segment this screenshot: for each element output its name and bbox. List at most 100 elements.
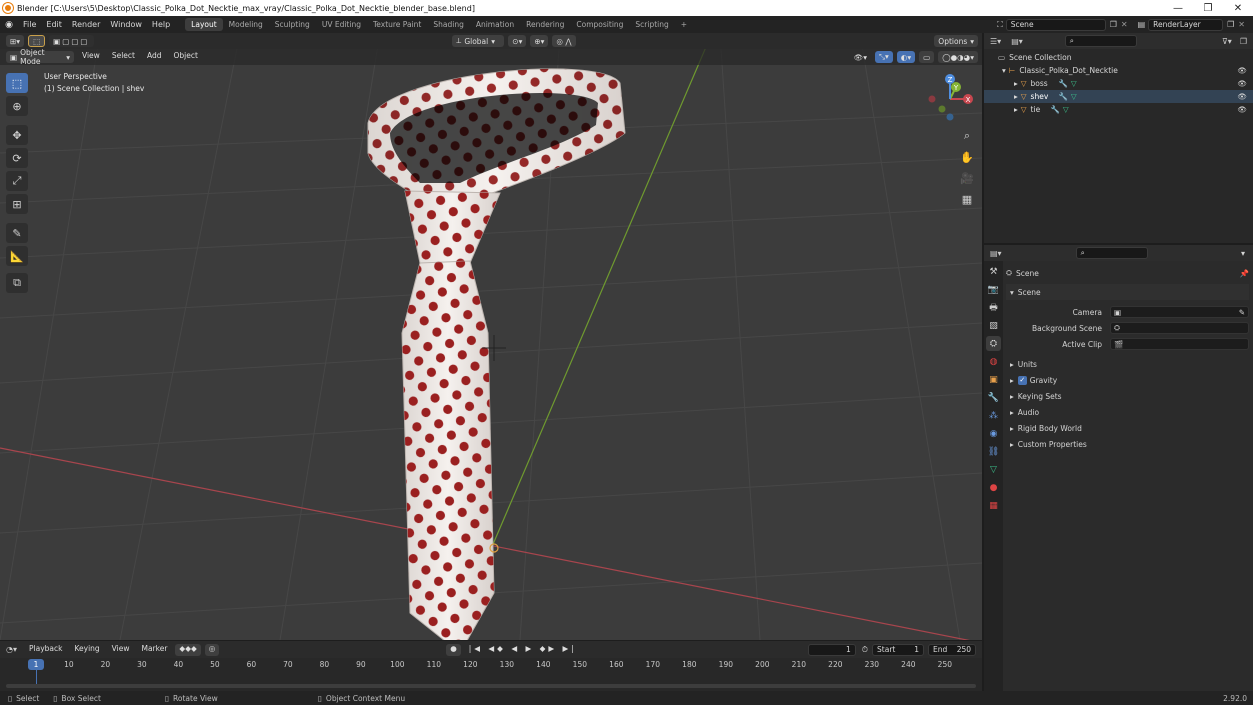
select-box-tool-icon[interactable]: ⬚: [6, 73, 28, 93]
3d-viewport[interactable]: ⊞▾ ⬚ ▣▢▢▢ ⟂ Global ▾ ⊙▾ ⊕▾ ◎ ⋀ Options ▾…: [0, 33, 982, 640]
menu-add[interactable]: Add: [143, 51, 166, 63]
outliner-row-object[interactable]: ▸ ▽ tie 🔧 ▽ 👁: [984, 103, 1253, 116]
outliner-row-object-selected[interactable]: ▸ ▽ shev 🔧 ▽ 👁: [984, 90, 1253, 103]
outliner-row-collection[interactable]: ▾ ⊢ Classic_Polka_Dot_Necktie 👁: [984, 64, 1253, 77]
timeline-menu-marker[interactable]: Marker: [137, 644, 171, 656]
pan-hand-icon[interactable]: ✋: [958, 148, 976, 166]
overlay-toggle-icon[interactable]: ◐▾: [896, 51, 916, 63]
timeline-menu-view[interactable]: View: [108, 644, 134, 656]
menu-render[interactable]: Render: [67, 20, 105, 29]
renderlayer-close-icon[interactable]: ✕: [1238, 20, 1245, 29]
scale-tool-icon[interactable]: ⤢: [6, 171, 28, 191]
select-mode-icons[interactable]: ▣▢▢▢: [49, 35, 94, 47]
filter-icon[interactable]: ⊽▾: [1222, 37, 1232, 46]
object-tab-icon[interactable]: ▣: [986, 372, 1001, 387]
menu-object[interactable]: Object: [169, 51, 201, 63]
start-frame-field[interactable]: Start 1: [872, 643, 925, 656]
add-cube-tool-icon[interactable]: ⧉: [6, 273, 28, 293]
tab-modeling[interactable]: Modeling: [223, 18, 269, 31]
outliner-editor-icon[interactable]: ☰▾: [990, 37, 1001, 46]
tab-rendering[interactable]: Rendering: [520, 18, 570, 31]
material-tab-icon[interactable]: ●: [986, 480, 1001, 495]
gravity-panel-header[interactable]: ▸ ✓ Gravity: [1006, 372, 1249, 388]
new-collection-icon[interactable]: ❐: [1240, 37, 1247, 46]
cursor-tool-icon[interactable]: ⊕: [6, 96, 28, 116]
record-button[interactable]: ●: [446, 643, 461, 656]
transform-tool-icon[interactable]: ⊞: [6, 194, 28, 214]
expand-arrow-icon[interactable]: ▾: [1002, 66, 1006, 75]
auto-key-icon[interactable]: ◎: [204, 643, 220, 656]
stopwatch-icon[interactable]: ⏱: [862, 645, 868, 655]
annotate-tool-icon[interactable]: ✎: [6, 223, 28, 243]
visibility-icon[interactable]: 👁▾: [850, 51, 871, 63]
scene-selector[interactable]: Scene: [1005, 18, 1106, 31]
output-tab-icon[interactable]: 🖶: [986, 300, 1001, 315]
snap-toggle[interactable]: ⊕▾: [530, 35, 549, 47]
scene-new-icon[interactable]: ❐: [1110, 20, 1117, 29]
tab-shading[interactable]: Shading: [427, 18, 469, 31]
minimize-button[interactable]: —: [1163, 3, 1193, 14]
select-tool-icon[interactable]: ⬚: [28, 35, 46, 47]
pivot-dropdown[interactable]: ⊙▾: [508, 35, 527, 47]
tab-scripting[interactable]: Scripting: [629, 18, 674, 31]
tab-layout[interactable]: Layout: [185, 18, 223, 31]
navigation-gizmo[interactable]: X Y Z: [922, 71, 978, 127]
necktie-model[interactable]: [367, 68, 626, 640]
eyedropper-icon[interactable]: ✎: [1239, 308, 1245, 317]
close-button[interactable]: ✕: [1223, 3, 1253, 14]
current-frame-field[interactable]: 1: [807, 643, 856, 656]
zoom-icon[interactable]: ⌕: [958, 127, 976, 145]
chevron-down-icon[interactable]: ▾: [1241, 249, 1245, 258]
eye-icon[interactable]: 👁: [1237, 79, 1247, 88]
background-scene-field[interactable]: ⛭: [1110, 322, 1249, 334]
outliner-search-input[interactable]: ⌕: [1064, 35, 1137, 47]
physics-tab-icon[interactable]: ◉: [986, 426, 1001, 441]
rigid-body-world-panel-header[interactable]: ▸ Rigid Body World: [1006, 420, 1249, 436]
texture-tab-icon[interactable]: ▦: [986, 498, 1001, 513]
gravity-checkbox[interactable]: ✓: [1017, 375, 1027, 385]
tab-animation[interactable]: Animation: [470, 18, 520, 31]
editor-type-button[interactable]: ⊞▾: [6, 35, 25, 47]
outliner-row-object[interactable]: ▸ ▽ boss 🔧 ▽ 👁: [984, 77, 1253, 90]
custom-properties-panel-header[interactable]: ▸ Custom Properties: [1006, 436, 1249, 452]
display-mode-icon[interactable]: ▤▾: [1011, 37, 1023, 46]
expand-arrow-icon[interactable]: ▸: [1014, 105, 1018, 114]
eye-icon[interactable]: 👁: [1237, 92, 1247, 101]
scene-close-icon[interactable]: ✕: [1121, 20, 1128, 29]
view-layer-tab-icon[interactable]: ▧: [986, 318, 1001, 333]
menu-edit[interactable]: Edit: [41, 20, 67, 29]
keyframe-buttons[interactable]: ◆◆◆: [175, 643, 201, 656]
render-tab-icon[interactable]: 📷: [986, 282, 1001, 297]
end-frame-field[interactable]: End 250: [928, 643, 977, 656]
modifier-tab-icon[interactable]: 🔧: [986, 390, 1001, 405]
eye-icon[interactable]: 👁: [1237, 66, 1247, 75]
data-tab-icon[interactable]: ▽: [986, 462, 1001, 477]
constraints-tab-icon[interactable]: ⛓: [986, 444, 1001, 459]
menu-view[interactable]: View: [78, 51, 104, 63]
timeline-scrollbar[interactable]: [6, 684, 976, 688]
proportional-edit-toggle[interactable]: ◎ ⋀: [552, 35, 576, 47]
options-dropdown[interactable]: Options ▾: [934, 35, 979, 47]
maximize-button[interactable]: ❐: [1193, 3, 1223, 14]
menu-select[interactable]: Select: [108, 51, 139, 63]
keying-sets-panel-header[interactable]: ▸ Keying Sets: [1006, 388, 1249, 404]
tab-compositing[interactable]: Compositing: [570, 18, 629, 31]
tab-texture-paint[interactable]: Texture Paint: [367, 18, 427, 31]
menu-help[interactable]: Help: [147, 20, 175, 29]
particles-tab-icon[interactable]: ⁂: [986, 408, 1001, 423]
menu-window[interactable]: Window: [105, 20, 147, 29]
shading-mode-icons[interactable]: ◯●◑◕▾: [938, 51, 978, 63]
perspective-grid-icon[interactable]: ▦: [958, 190, 976, 208]
eye-icon[interactable]: 👁: [1237, 105, 1247, 114]
gizmo-toggle-icon[interactable]: ⤡▾: [875, 51, 893, 63]
camera-view-icon[interactable]: 🎥: [958, 169, 976, 187]
active-clip-field[interactable]: 🎬: [1110, 338, 1249, 350]
tool-tab-icon[interactable]: ⚒: [986, 264, 1001, 279]
world-tab-icon[interactable]: ◍: [986, 354, 1001, 369]
timeline-menu-playback[interactable]: Playback: [25, 644, 66, 656]
viewport-canvas[interactable]: [0, 33, 982, 640]
measure-tool-icon[interactable]: 📐: [6, 246, 28, 266]
timeline-menu-keying[interactable]: Keying: [70, 644, 103, 656]
tab-uv-editing[interactable]: UV Editing: [316, 18, 367, 31]
xray-toggle-icon[interactable]: ▭: [919, 51, 935, 63]
